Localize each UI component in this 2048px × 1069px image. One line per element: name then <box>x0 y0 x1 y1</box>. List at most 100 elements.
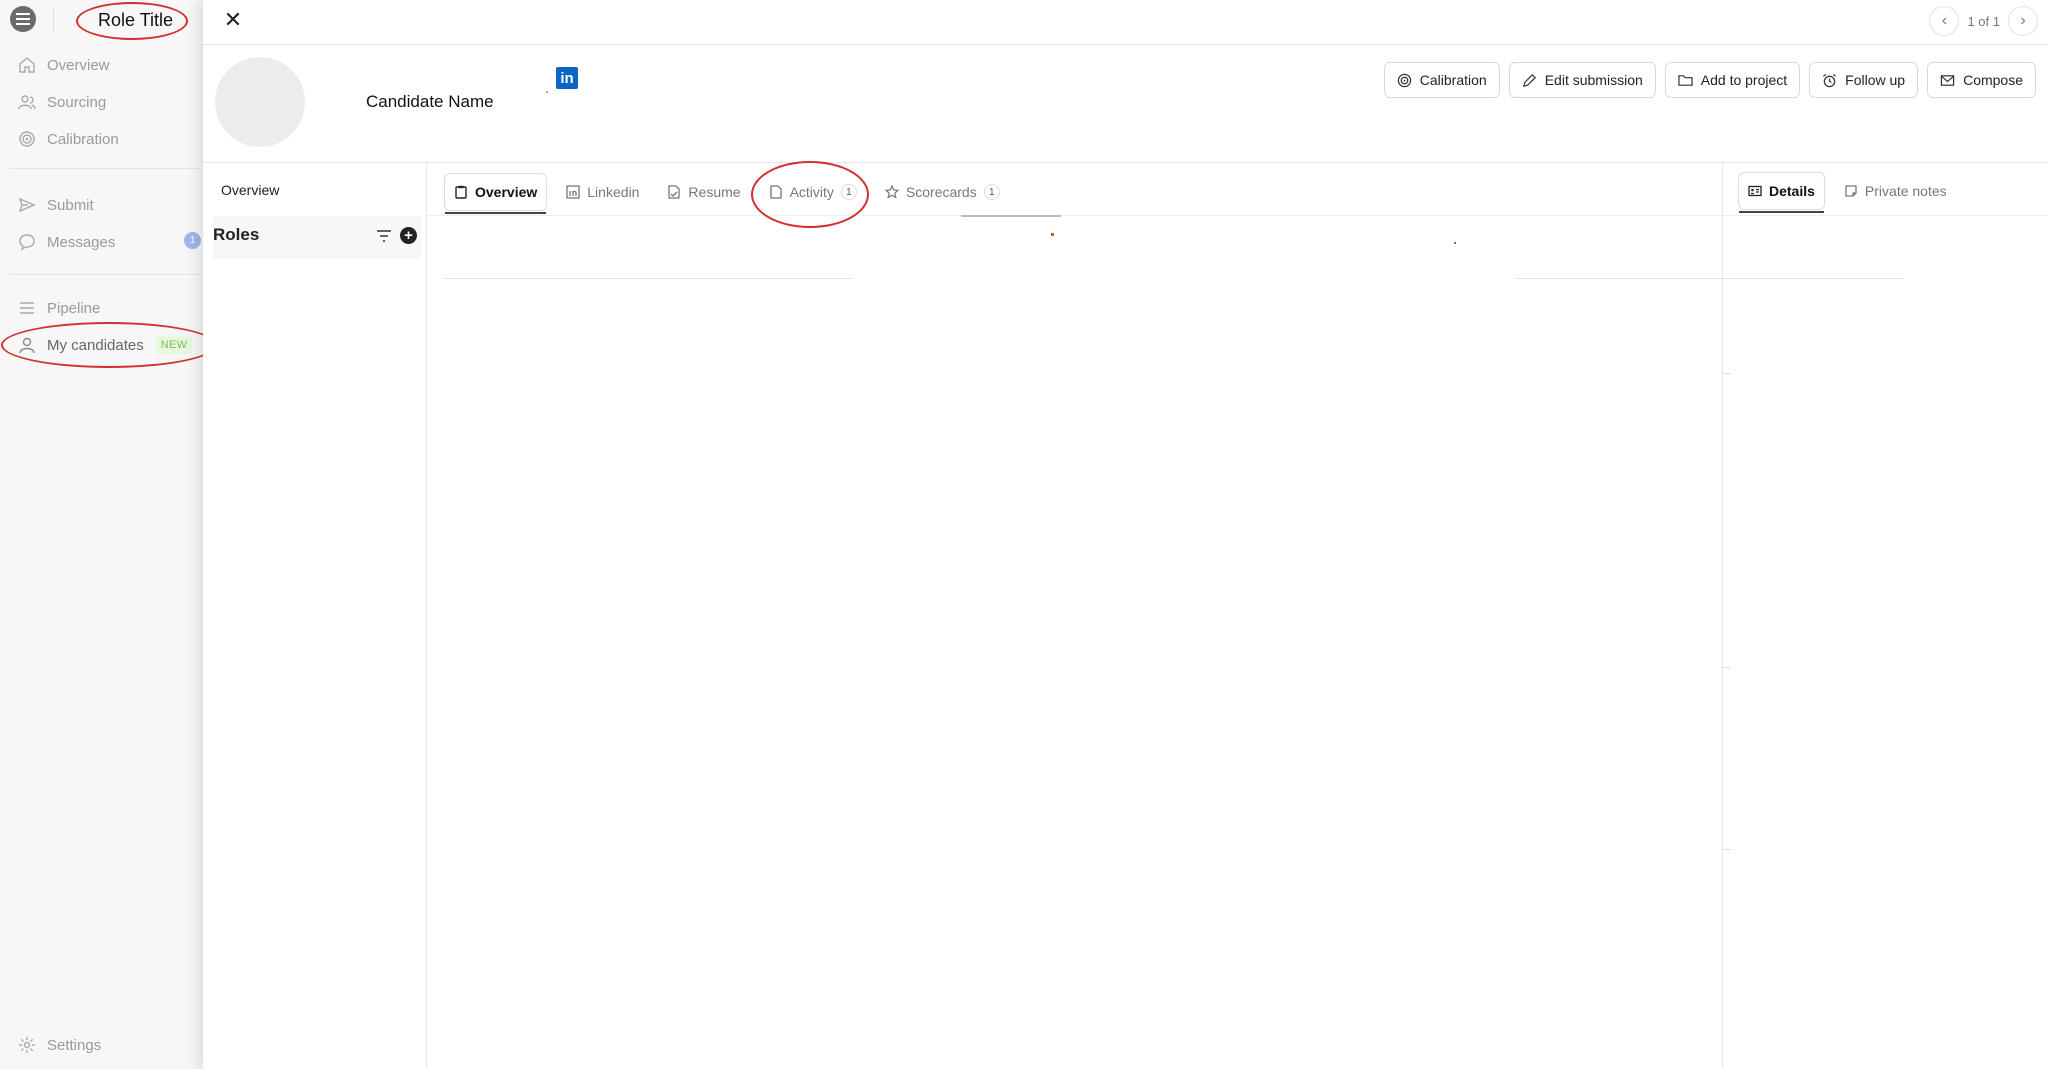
tab-label: Linkedin <box>587 184 640 200</box>
sidebar-item-label: Overview <box>47 56 110 74</box>
tab-bar: Overview Linkedin Resume Activity 1 Scor… <box>444 172 1019 214</box>
folder-icon <box>1678 74 1693 86</box>
sidebar-item-label: Pipeline <box>47 299 101 317</box>
candidate-name: Candidate Name <box>366 92 494 111</box>
divider <box>1723 215 2048 216</box>
note-icon <box>1845 185 1857 197</box>
sidebar-item-messages[interactable]: Messages <box>18 230 115 254</box>
sidebar-item-label: Calibration <box>47 130 119 148</box>
role-title[interactable]: Role Title <box>98 10 173 31</box>
roles-column: Overview Roles + <box>203 163 427 1069</box>
target-icon <box>1397 73 1411 87</box>
sidebar-item-submit[interactable]: Submit <box>18 193 94 217</box>
candidate-header: Candidate Name . in Calibration Edit sub… <box>203 45 2048 163</box>
tab-private-notes[interactable]: Private notes <box>1835 172 1956 210</box>
alarm-icon <box>1823 73 1837 87</box>
divider <box>53 8 54 32</box>
action-buttons: Calibration Edit submission Add to proje… <box>1383 62 2036 98</box>
linkedin-icon[interactable]: in <box>556 67 578 89</box>
next-icon[interactable]: › <box>2008 6 2038 36</box>
tab-overview[interactable]: Overview <box>444 173 548 214</box>
sidebar-item-label: Settings <box>47 1036 102 1054</box>
divider <box>10 274 200 275</box>
mail-icon <box>1940 74 1955 86</box>
sidebar-item-label: Submit <box>47 196 94 214</box>
tab-resume[interactable]: Resume <box>658 173 749 211</box>
home-icon <box>19 57 35 73</box>
divider <box>444 278 852 279</box>
messages-count-badge: 1 <box>184 232 201 249</box>
tab-linkedin[interactable]: Linkedin <box>557 173 648 211</box>
id-card-icon <box>1748 185 1762 197</box>
center-content: Overview Linkedin Resume Activity 1 Scor… <box>427 163 1904 1069</box>
pager: ‹ 1 of 1 › <box>1929 6 2038 36</box>
sidebar-item-label: Messages <box>47 233 116 251</box>
add-role-icon[interactable]: + <box>400 227 417 244</box>
button-label: Follow up <box>1845 72 1906 88</box>
send-icon <box>18 197 36 213</box>
candidate-panel: ✕ ‹ 1 of 1 › Candidate Name . in Calibra… <box>203 0 2048 1069</box>
chat-icon <box>19 234 35 251</box>
tab-label: Private notes <box>1864 183 1947 199</box>
roles-list <box>213 259 421 1069</box>
app-sidebar: Role Title Overview Sourcing Calibration… <box>0 0 217 1069</box>
add-to-project-button[interactable]: Add to project <box>1664 62 1801 98</box>
roles-header: Roles + <box>213 216 421 259</box>
pager-text: 1 of 1 <box>1967 13 2000 29</box>
file-icon <box>769 185 782 199</box>
tab-activity[interactable]: Activity 1 <box>760 173 866 211</box>
tab-scorecards[interactable]: Scorecards 1 <box>876 173 1009 211</box>
loading-dot <box>1454 242 1456 244</box>
sidebar-item-overview[interactable]: Overview <box>18 53 110 77</box>
menu-icon[interactable] <box>10 6 36 32</box>
clipboard-icon <box>455 185 467 199</box>
button-label: Add to project <box>1700 72 1788 88</box>
sidebar-item-sourcing[interactable]: Sourcing <box>18 90 106 114</box>
tab-label: Overview <box>475 184 538 200</box>
edit-submission-button[interactable]: Edit submission <box>1508 62 1656 98</box>
tab-count-badge: 1 <box>983 184 1000 200</box>
follow-up-button[interactable]: Follow up <box>1809 62 1919 98</box>
details-panel: Details Private notes <box>1722 163 2048 1069</box>
avatar <box>215 57 305 147</box>
button-label: Edit submission <box>1544 72 1643 88</box>
tab-count-badge: 1 <box>840 184 857 200</box>
compose-button[interactable]: Compose <box>1927 62 2036 98</box>
divider <box>427 215 1722 216</box>
sidebar-item-calibration[interactable]: Calibration <box>18 127 119 151</box>
star-icon <box>884 185 899 199</box>
left-overview-link[interactable]: Overview <box>221 182 279 198</box>
sidebar-item-my-candidates[interactable]: My candidates NEW <box>18 333 193 357</box>
person-icon <box>19 337 35 354</box>
tab-label: Activity <box>789 184 834 200</box>
calibration-button[interactable]: Calibration <box>1383 62 1500 98</box>
divider <box>10 168 200 169</box>
target-icon <box>19 131 35 147</box>
list-icon <box>20 302 34 314</box>
prev-icon[interactable]: ‹ <box>1929 6 1960 36</box>
panel-topbar: ✕ ‹ 1 of 1 › <box>203 0 2048 45</box>
gear-icon <box>19 1037 35 1053</box>
filter-icon[interactable] <box>376 229 392 243</box>
right-tab-bar: Details Private notes <box>1738 172 1966 213</box>
button-label: Calibration <box>1419 72 1487 88</box>
people-icon <box>18 95 36 110</box>
sidebar-item-label: My candidates <box>47 336 144 354</box>
tab-label: Details <box>1769 183 1815 199</box>
activity-tab-underline <box>961 215 1061 217</box>
tab-label: Resume <box>688 184 741 200</box>
divider <box>1723 373 1731 374</box>
separator: . <box>545 80 549 96</box>
new-badge: NEW <box>155 336 193 354</box>
pencil-icon <box>1522 73 1536 87</box>
cursor-mark <box>1051 233 1054 236</box>
linkedin-icon <box>566 185 580 199</box>
sidebar-item-label: Sourcing <box>47 93 107 111</box>
close-icon[interactable]: ✕ <box>221 8 245 32</box>
sidebar-item-pipeline[interactable]: Pipeline <box>18 296 100 320</box>
divider <box>1723 849 1731 850</box>
tab-details[interactable]: Details <box>1738 172 1825 213</box>
resume-icon <box>668 185 681 199</box>
tab-label: Scorecards <box>905 184 977 200</box>
sidebar-item-settings[interactable]: Settings <box>18 1033 101 1057</box>
